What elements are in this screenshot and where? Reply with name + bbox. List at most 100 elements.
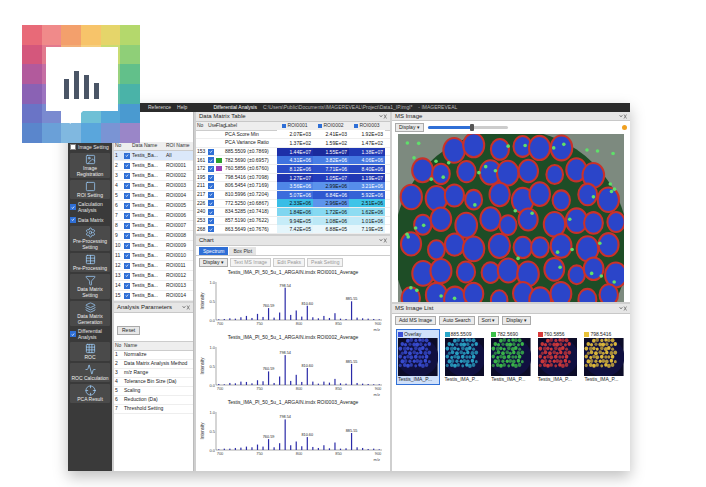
file-row[interactable]: 6Testis_Ba...ROI0005 xyxy=(114,201,193,211)
matrix-row[interactable]: 172760.5856 (±0.6760)8.12E+067.71E+068.4… xyxy=(196,165,390,174)
checkbox[interactable] xyxy=(124,223,130,229)
matrix-row[interactable]: PCA Score Min2.07E+032.41E+031.92E+03 xyxy=(196,131,390,140)
checkbox[interactable] xyxy=(208,149,214,155)
checkbox[interactable] xyxy=(70,204,76,210)
matrix-row[interactable]: 253857.5190 (±0.7622)9.94E+051.08E+061.0… xyxy=(196,217,390,226)
checkbox[interactable] xyxy=(208,226,214,232)
checkbox[interactable] xyxy=(208,192,214,198)
parameter-row[interactable]: 4Tolerance Bin Size (Da) xyxy=(114,378,193,387)
parameter-row[interactable]: 6Reduction (Da) xyxy=(114,396,193,405)
matrix-row[interactable]: 268863.5649 (±0.7676)7.42E+056.88E+057.1… xyxy=(196,225,390,234)
toolbar-button[interactable]: ROC Calculation xyxy=(70,363,110,382)
checkbox[interactable] xyxy=(208,183,214,189)
file-row[interactable]: 2Testis_Ba...ROI0001 xyxy=(114,161,193,171)
matrix-row[interactable]: 240834.5285 (±0.7418)1.84E+061.72E+061.6… xyxy=(196,208,390,217)
toolbar-button[interactable]: Data Matrix Generation xyxy=(70,301,110,326)
file-row[interactable]: 10Testis_Ba...ROI0009 xyxy=(114,241,193,251)
matrix-row[interactable]: PCA Variance Ratio1.37E+021.59E+021.47E+… xyxy=(196,139,390,148)
file-row[interactable]: 11Testis_Ba...ROI0010 xyxy=(114,251,193,261)
menu-item[interactable]: Help xyxy=(177,103,187,112)
checkbox[interactable] xyxy=(208,166,214,172)
thumbnail-item[interactable]: 760.5856Testis_IMA_P... xyxy=(536,329,580,385)
panel-close-icon[interactable] xyxy=(379,114,387,119)
list-tool-button[interactable]: Sort ▾ xyxy=(478,316,500,325)
toolbar-group[interactable]: Image Setting xyxy=(70,142,110,151)
checkbox[interactable] xyxy=(124,243,130,249)
menu-item[interactable]: Reference xyxy=(148,103,171,112)
chart-tab[interactable]: Box Plot xyxy=(229,247,256,255)
toolbar-button[interactable]: ROI Setting xyxy=(70,180,110,199)
checkbox[interactable] xyxy=(70,217,76,223)
checkbox[interactable] xyxy=(124,203,130,209)
toolbar-button[interactable]: Data Matrix Setting xyxy=(70,274,110,299)
color-dot[interactable] xyxy=(622,125,627,130)
parameter-row[interactable]: 7Threshold Setting xyxy=(114,405,193,414)
file-row[interactable]: 9Testis_Ba...ROI0008 xyxy=(114,231,193,241)
toolbar-button[interactable]: ROC xyxy=(70,342,110,361)
file-row[interactable]: 7Testis_Ba...ROI0006 xyxy=(114,211,193,221)
checkbox[interactable] xyxy=(208,200,214,206)
file-row[interactable]: 4Testis_Ba...ROI0003 xyxy=(114,181,193,191)
thumbnail-item[interactable]: 782.5690Testis_IMA_P... xyxy=(489,329,533,385)
checkbox[interactable] xyxy=(124,183,130,189)
file-row[interactable]: 13Testis_Ba...ROI0012 xyxy=(114,271,193,281)
checkbox[interactable] xyxy=(124,253,130,259)
file-row[interactable]: 15Testis_Ba...ROI0014 xyxy=(114,291,193,301)
thumbnail-item[interactable]: OverlayTestis_IMA_P... xyxy=(396,329,440,385)
list-tool-button[interactable]: Display ▾ xyxy=(502,316,531,325)
matrix-row[interactable]: 217810.5996 (±0.7204)5.07E+066.84E+065.9… xyxy=(196,191,390,200)
checkbox[interactable] xyxy=(124,273,130,279)
chart-tool-button[interactable]: Display ▾ xyxy=(199,258,228,267)
checkbox[interactable] xyxy=(208,218,214,224)
toolbar-group[interactable]: Data Matrix xyxy=(70,215,110,224)
parameter-row[interactable]: 5Scaling xyxy=(114,387,193,396)
file-row[interactable]: 14Testis_Ba...ROI0013 xyxy=(114,281,193,291)
thumbnail-item[interactable]: 885.5509Testis_IMA_P... xyxy=(443,329,487,385)
panel-close-icon[interactable] xyxy=(619,306,627,311)
file-row[interactable]: 1Testis_Ba...All xyxy=(114,151,193,161)
matrix-row[interactable]: 153885.5509 (±0.7869)1.44E+071.55E+071.3… xyxy=(196,148,390,157)
checkbox[interactable] xyxy=(70,331,76,337)
panel-close-icon[interactable] xyxy=(619,114,627,119)
list-tool-button[interactable]: Auto Search xyxy=(439,316,475,325)
file-row[interactable]: 5Testis_Ba...ROI0004 xyxy=(114,191,193,201)
checkbox[interactable] xyxy=(208,175,214,181)
thumbnail-item[interactable]: 798.5416Testis_IMA_P... xyxy=(582,329,626,385)
checkbox[interactable] xyxy=(124,233,130,239)
panel-close-icon[interactable] xyxy=(379,238,387,243)
checkbox[interactable] xyxy=(124,153,130,159)
file-row[interactable]: 3Testis_Ba...ROI0002 xyxy=(114,171,193,181)
file-row[interactable]: 8Testis_Ba...ROI0007 xyxy=(114,221,193,231)
toolbar-group[interactable]: Calculation Analysis xyxy=(70,201,110,213)
chart-tool-button[interactable]: Edit Peaks xyxy=(273,258,305,267)
parameter-row[interactable]: 3m/z Range xyxy=(114,369,193,378)
checkbox[interactable] xyxy=(208,209,214,215)
chart-tab[interactable]: Spectrum xyxy=(199,247,228,255)
toolbar-button[interactable]: PCA Result xyxy=(70,384,110,403)
checkbox[interactable] xyxy=(124,293,130,299)
checkbox[interactable] xyxy=(124,173,130,179)
parameter-row[interactable]: 2Data Matrix Analysis Method xyxy=(114,360,193,369)
matrix-row[interactable]: 211806.5454 (±0.7169)3.56E+062.99E+063.2… xyxy=(196,182,390,191)
chart-tool-button[interactable]: Peak Setting xyxy=(307,258,343,267)
file-row[interactable]: 12Testis_Ba...ROI0011 xyxy=(114,261,193,271)
checkbox[interactable] xyxy=(124,263,130,269)
reset-button[interactable]: Reset xyxy=(117,326,140,335)
checkbox[interactable] xyxy=(70,144,76,150)
checkbox[interactable] xyxy=(208,157,214,163)
panel-close-icon[interactable] xyxy=(182,305,190,310)
matrix-row[interactable]: 195798.5416 (±0.7098)1.27E+071.05E+071.1… xyxy=(196,174,390,183)
intensity-slider[interactable] xyxy=(428,126,508,129)
matrix-row[interactable]: 161782.5690 (±0.6957)4.31E+063.82E+064.0… xyxy=(196,156,390,165)
toolbar-button[interactable]: Image Registration xyxy=(70,153,110,178)
checkbox[interactable] xyxy=(124,213,130,219)
checkbox[interactable] xyxy=(124,163,130,169)
display-button[interactable]: Display ▾ xyxy=(395,123,424,132)
list-tool-button[interactable]: Add MS Image xyxy=(395,316,436,325)
toolbar-group[interactable]: Differential Analysis xyxy=(70,328,110,340)
toolbar-button[interactable]: Pre-Processing xyxy=(70,253,110,272)
checkbox[interactable] xyxy=(124,193,130,199)
chart-tool-button[interactable]: Text MS Image xyxy=(230,258,271,267)
toolbar-button[interactable]: Pre-Processing Setting xyxy=(70,226,110,251)
checkbox[interactable] xyxy=(124,283,130,289)
